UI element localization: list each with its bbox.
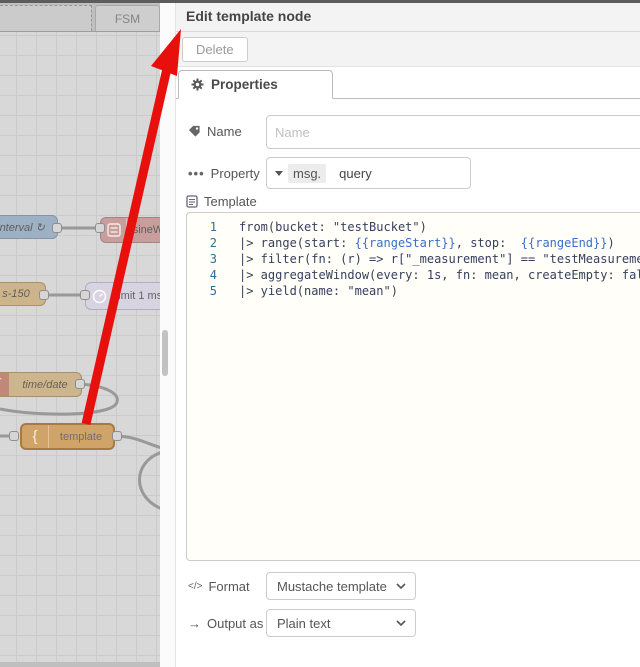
code-text: |> aggregateWindow(every: 1s, fn: mean, … [239,268,640,282]
code-line[interactable]: 4 |> aggregateWindow(every: 1s, fn: mean,… [187,267,640,283]
flow-tab-fsm-label: FSM [114,11,141,26]
code-line[interactable]: 5 |> yield(name: "mean") [187,283,640,299]
node-template[interactable]: { template [20,423,115,450]
property-field-label: ••• Property [188,166,260,181]
dialog-toolbar: Delete [176,32,640,67]
node-sinewave-label: sineW [132,224,160,236]
node-template-label: template [59,430,103,443]
top-edge-bar [0,0,640,3]
arrow-right-icon: → [188,616,201,631]
code-text: |> filter(fn: (r) => r["_measurement"] =… [239,252,640,266]
code-brackets-icon: </> [188,581,203,592]
template-file-icon [186,195,198,208]
template-code-editor[interactable]: 1 from(bucket: "testBucket") 2 |> range(sta… [186,212,640,561]
property-type-button[interactable]: msg. [267,158,332,188]
tab-properties[interactable]: Properties [178,70,333,99]
node-port[interactable] [75,379,85,389]
scrollbar-thumb[interactable] [162,330,168,376]
code-text: |> yield(name: "mean") [239,284,398,298]
name-field-label: Name [188,124,242,139]
node-limit[interactable]: limit 1 ms [85,282,160,310]
line-number: 2 [209,236,217,250]
output-select-value: Plain text [277,615,331,631]
edit-template-dialog: Edit template node Delete Properties Nam… [175,0,640,667]
line-number: 3 [209,252,217,266]
tag-icon [188,125,200,137]
line-number: 5 [209,284,217,298]
code-line[interactable]: 2 |> range(start: {{rangeStart}}, stop: {… [187,235,640,251]
vertical-scrollbar[interactable] [160,3,175,667]
node-port[interactable] [52,223,62,233]
node-port[interactable] [9,431,19,441]
node-port[interactable] [95,223,105,233]
flow-tab-partial[interactable] [0,5,92,31]
node-limit-label: limit 1 ms [115,290,160,302]
flow-tabbar: FSM [0,3,160,32]
chevron-down-icon [396,620,406,626]
template-field-label: Template [186,194,257,209]
flow-canvas[interactable]: interval ↻ sineW s-150 limit 1 ms f time… [0,3,160,667]
property-type-msg: msg. [288,163,327,183]
node-port[interactable] [39,290,49,300]
caret-down-icon [275,170,283,176]
ellipsis-icon: ••• [188,166,205,181]
node-port[interactable] [80,290,90,300]
node-interval-label: interval ↻ [0,221,45,234]
node-sinewave[interactable]: sineW [100,217,160,243]
property-typed-input[interactable]: msg. query [266,157,471,189]
canvas-bottom-edge [0,662,160,667]
function-icon: f [0,373,9,396]
wire [138,451,160,510]
code-line[interactable]: 1 from(bucket: "testBucket") [187,219,640,235]
dialog-title: Edit template node [186,7,312,24]
node-time-date-label: time/date [22,378,68,391]
output-select[interactable]: Plain text [266,609,416,637]
name-input[interactable] [266,115,640,149]
code-text: from(bucket: "testBucket") [239,220,427,234]
chevron-down-icon [396,583,406,589]
code-text: |> range(start: {{rangeStart}}, stop: {{… [239,236,615,250]
flow-wires [0,226,160,510]
flow-tab-fsm[interactable]: FSM [95,5,160,31]
gear-icon [191,78,204,91]
screen: interval ↻ sineW s-150 limit 1 ms f time… [0,0,640,667]
dialog-tabbar: Properties [176,67,640,99]
code-line[interactable]: 3 |> filter(fn: (r) => r["_measurement"] … [187,251,640,267]
format-select-value: Mustache template [277,578,387,594]
line-number: 1 [209,220,217,234]
curly-brace-icon: { [22,425,49,448]
dialog-header: Edit template node [176,0,640,32]
node-interval[interactable]: interval ↻ [0,215,58,239]
tab-properties-label: Properties [211,77,278,92]
output-field-label: → Output as [188,616,264,631]
code-lines: 1 from(bucket: "testBucket") 2 |> range(sta… [187,219,640,299]
property-value[interactable]: query [332,166,372,181]
delete-button[interactable]: Delete [182,37,248,62]
format-field-label: </> Format [188,579,250,594]
wire [116,434,160,449]
format-select[interactable]: Mustache template [266,572,416,600]
line-number: 4 [209,268,217,282]
node-time-date[interactable]: f time/date [0,372,82,397]
node-port[interactable] [112,431,122,441]
